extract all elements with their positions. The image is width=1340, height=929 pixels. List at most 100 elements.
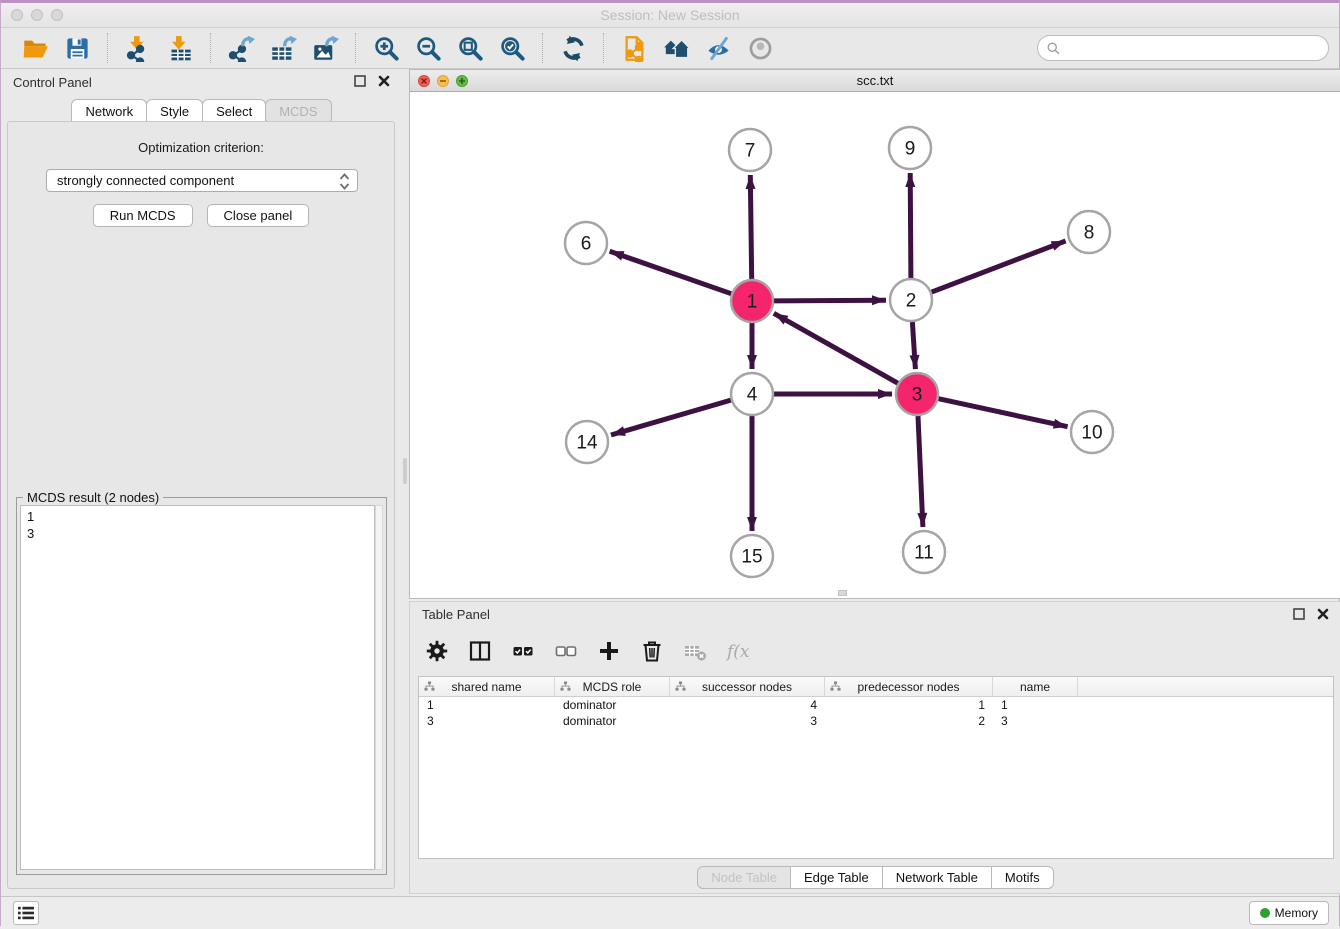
run-mcds-button[interactable]: Run MCDS bbox=[93, 204, 193, 227]
document-share-button[interactable] bbox=[618, 32, 650, 64]
graph-node-6[interactable]: 6 bbox=[565, 222, 607, 264]
column-header-shared-name[interactable]: shared name bbox=[419, 677, 555, 696]
graph-edge-3-11[interactable] bbox=[918, 416, 923, 527]
function-button: f(x) bbox=[725, 638, 751, 664]
vertical-splitter[interactable] bbox=[401, 69, 409, 896]
refresh-icon bbox=[560, 35, 587, 62]
add-row-button[interactable] bbox=[596, 638, 622, 664]
float-table-panel-icon[interactable] bbox=[1292, 607, 1306, 621]
float-panel-icon[interactable] bbox=[353, 74, 367, 88]
graph-edge-2-8[interactable] bbox=[932, 241, 1066, 292]
control-panel: Control Panel NetworkStyleSelectMCDS Opt… bbox=[1, 69, 401, 896]
save-session-button[interactable] bbox=[61, 32, 93, 64]
save-session-icon bbox=[64, 35, 91, 62]
graph-node-10[interactable]: 10 bbox=[1071, 411, 1113, 453]
zoom-selected-button[interactable] bbox=[496, 32, 528, 64]
hide-display-icon bbox=[705, 35, 732, 62]
graph-node-11[interactable]: 11 bbox=[903, 531, 945, 573]
graph-edge-4-14[interactable] bbox=[611, 400, 731, 435]
export-network-button[interactable] bbox=[225, 32, 257, 64]
search-input[interactable] bbox=[1061, 38, 1328, 58]
graph-edge-3-1[interactable] bbox=[774, 313, 898, 383]
graph-node-7[interactable]: 7 bbox=[729, 129, 771, 171]
column-header-name[interactable]: name bbox=[993, 677, 1078, 696]
column-header-successor-nodes[interactable]: successor nodes bbox=[670, 677, 825, 696]
export-table-button[interactable] bbox=[267, 32, 299, 64]
select-all-button[interactable] bbox=[510, 638, 536, 664]
mcds-result-box: MCDS result (2 nodes) 1 3 bbox=[16, 497, 387, 875]
table-row[interactable]: 1dominator411 bbox=[419, 697, 1333, 713]
graph-edge-2-9[interactable] bbox=[910, 173, 911, 278]
column-header-predecessor-nodes[interactable]: predecessor nodes bbox=[825, 677, 993, 696]
hide-display-button[interactable] bbox=[702, 32, 734, 64]
delete-row-icon bbox=[640, 639, 664, 663]
show-display-button[interactable] bbox=[744, 32, 776, 64]
window-titlebar: Session: New Session bbox=[1, 3, 1339, 28]
cell-MCDS-role[interactable]: dominator bbox=[555, 713, 670, 729]
close-panel-button[interactable]: Close panel bbox=[207, 204, 310, 227]
cell-name[interactable]: 1 bbox=[993, 697, 1078, 713]
criterion-select[interactable]: strongly connected component bbox=[46, 169, 358, 192]
svg-text:3: 3 bbox=[912, 385, 923, 406]
network-canvas[interactable]: 7 9 6 8 1 2 4 3 14 10 15 11 bbox=[410, 92, 1340, 598]
table-row[interactable]: 3dominator323 bbox=[419, 713, 1333, 729]
graph-node-15[interactable]: 15 bbox=[731, 535, 773, 577]
gear-button[interactable] bbox=[424, 638, 450, 664]
deselect-all-button[interactable] bbox=[553, 638, 579, 664]
graph-node-1[interactable]: 1 bbox=[731, 280, 773, 322]
cell-shared-name[interactable]: 3 bbox=[419, 713, 555, 729]
graph-node-4[interactable]: 4 bbox=[731, 373, 773, 415]
close-table-panel-icon[interactable] bbox=[1316, 607, 1330, 621]
columns-button[interactable] bbox=[467, 638, 493, 664]
cell-predecessor-nodes[interactable]: 2 bbox=[825, 713, 993, 729]
open-session-button[interactable] bbox=[19, 32, 51, 64]
cell-successor-nodes[interactable]: 4 bbox=[670, 697, 825, 713]
zoom-fit-icon bbox=[457, 35, 484, 62]
close-panel-icon[interactable] bbox=[377, 74, 391, 88]
cell-name[interactable]: 3 bbox=[993, 713, 1078, 729]
column-header-MCDS-role[interactable]: MCDS role bbox=[555, 677, 670, 696]
memory-button[interactable]: Memory bbox=[1249, 901, 1329, 925]
mcds-result-text[interactable]: 1 3 bbox=[20, 505, 375, 870]
graph-edge-1-6[interactable] bbox=[610, 251, 732, 294]
zoom-fit-button[interactable] bbox=[454, 32, 486, 64]
cell-predecessor-nodes[interactable]: 1 bbox=[825, 697, 993, 713]
export-image-button[interactable] bbox=[309, 32, 341, 64]
graph-node-9[interactable]: 9 bbox=[889, 127, 931, 169]
search-box[interactable] bbox=[1037, 35, 1329, 61]
zoom-out-button[interactable] bbox=[412, 32, 444, 64]
graph-edge-1-7[interactable] bbox=[750, 175, 751, 279]
graph-node-2[interactable]: 2 bbox=[890, 279, 932, 321]
zoom-in-button[interactable] bbox=[370, 32, 402, 64]
import-network-button[interactable] bbox=[122, 32, 154, 64]
graph-edge-2-3[interactable] bbox=[912, 322, 915, 369]
export-image-icon bbox=[312, 35, 339, 62]
task-history-button[interactable] bbox=[13, 901, 39, 925]
export-network-icon bbox=[228, 35, 255, 62]
graph-node-3[interactable]: 3 bbox=[896, 373, 938, 415]
tab-network-table[interactable]: Network Table bbox=[882, 866, 992, 889]
tab-motifs[interactable]: Motifs bbox=[991, 866, 1054, 889]
home-button[interactable] bbox=[660, 32, 692, 64]
graph-edge-3-10[interactable] bbox=[939, 399, 1068, 427]
cell-MCDS-role[interactable]: dominator bbox=[555, 697, 670, 713]
window-title: Session: New Session bbox=[1, 7, 1339, 23]
zoom-selected-icon bbox=[499, 35, 526, 62]
refresh-button[interactable] bbox=[557, 32, 589, 64]
optimization-criterion-label: Optimization criterion: bbox=[8, 140, 394, 155]
main-toolbar bbox=[1, 28, 1339, 69]
splitter-grip[interactable] bbox=[838, 590, 847, 596]
import-table-button[interactable] bbox=[164, 32, 196, 64]
attribute-tree-icon bbox=[424, 681, 435, 692]
cell-successor-nodes[interactable]: 3 bbox=[670, 713, 825, 729]
delete-row-button[interactable] bbox=[639, 638, 665, 664]
node-table: shared nameMCDS rolesuccessor nodesprede… bbox=[418, 676, 1334, 859]
svg-text:6: 6 bbox=[581, 234, 592, 255]
result-scrollbar[interactable] bbox=[375, 505, 383, 870]
graph-edge-1-2[interactable] bbox=[774, 300, 886, 301]
graph-node-8[interactable]: 8 bbox=[1068, 211, 1110, 253]
cell-shared-name[interactable]: 1 bbox=[419, 697, 555, 713]
graph-node-14[interactable]: 14 bbox=[566, 421, 608, 463]
tab-node-table[interactable]: Node Table bbox=[697, 866, 791, 889]
tab-edge-table[interactable]: Edge Table bbox=[790, 866, 883, 889]
